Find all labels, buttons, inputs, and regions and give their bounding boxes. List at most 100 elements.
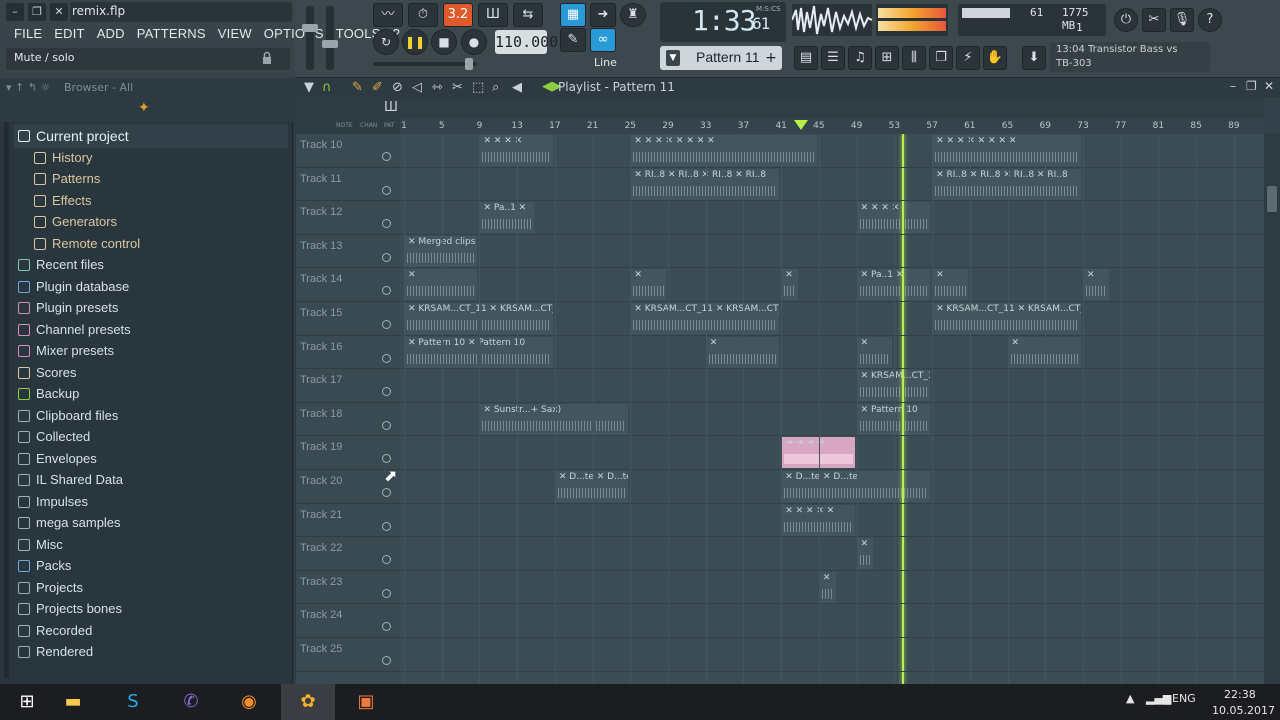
master-pitch-slider[interactable] <box>322 6 338 70</box>
playlist-clip[interactable]: ✕ RI..8 ✕ RI..8 ✕ RI..8 ✕ RI..8 <box>630 168 780 200</box>
track-mute-toggle[interactable] <box>382 353 391 363</box>
browser-item[interactable]: Recent files <box>0 255 293 277</box>
firefox-icon[interactable]: ◉ <box>222 684 276 720</box>
master-volume-slider[interactable] <box>302 6 318 70</box>
track-mute-toggle[interactable] <box>382 521 391 531</box>
blend-notes-icon[interactable]: ⇆ <box>513 3 543 27</box>
track-header[interactable]: Track 25 <box>296 638 400 672</box>
track-header[interactable]: Track 18 <box>296 403 400 437</box>
track-mute-toggle[interactable] <box>382 252 391 262</box>
track-mute-toggle[interactable] <box>382 387 391 397</box>
track-mute-toggle[interactable] <box>382 286 391 296</box>
browser-item[interactable]: Packs <box>0 556 293 578</box>
power-icon[interactable]: ⏻ <box>1114 8 1138 32</box>
playlist-clip[interactable]: ✕ <box>705 336 780 368</box>
playlist-clip[interactable]: ✕ <box>630 269 667 301</box>
playlist-clip[interactable]: ✕ KRSAM...CT_11 <box>856 370 931 402</box>
minimize-icon[interactable]: – <box>6 3 24 21</box>
clock-date[interactable]: 10.05.2017 <box>1212 704 1275 717</box>
playlist-clip[interactable]: ✕ RI..8 ✕ RI..8 ✕ RI..8 ✕ RI..8 <box>932 168 1081 200</box>
playhead-marker-icon[interactable] <box>794 120 808 130</box>
track-mute-toggle[interactable] <box>382 488 391 497</box>
zoom-tool-icon[interactable]: ⌕ <box>492 80 499 95</box>
language-indicator[interactable]: ENG <box>1172 692 1196 705</box>
brush-tool-icon[interactable]: ✐ <box>372 80 383 95</box>
track-header[interactable]: Track 10 <box>296 134 400 168</box>
browser-item[interactable]: Generators <box>0 212 293 234</box>
browser-item[interactable]: Projects bones <box>0 599 293 621</box>
loop-record-icon[interactable]: ↻ <box>373 29 399 55</box>
menu-patterns[interactable]: PATTERNS <box>131 24 212 44</box>
tools-icon[interactable]: ✂ <box>1142 8 1166 32</box>
playlist-clip[interactable]: ✕ <box>781 269 799 301</box>
link-icon[interactable]: ∞ <box>590 28 616 52</box>
add-pattern-icon[interactable]: + <box>764 50 778 66</box>
slip-tool-icon[interactable]: ⇿ <box>432 80 443 95</box>
track-mute-toggle[interactable] <box>382 622 391 632</box>
file-explorer-icon[interactable]: ▬ <box>46 684 100 720</box>
pattern-arrow-icon[interactable]: ▼ <box>666 50 680 66</box>
track-mute-toggle[interactable] <box>382 420 391 430</box>
track-header[interactable]: Track 22 <box>296 537 400 571</box>
project-icon[interactable]: ❐ <box>929 46 953 70</box>
playlist-grid[interactable]: ✕ ✕ ✕ ✕ ✕ ✕ ✕ ✕ ✕ ✕ ✕ ✕ ✕ ✕ ✕ ✕ ✕ ✕ ✕ ✕ ✕ R… <box>400 134 1264 684</box>
playlist-clip[interactable]: ✕ KRSAM...CT_11 ✕ KRSAM...CT_11 <box>404 303 553 334</box>
channel-rack-icon[interactable]: ☰ <box>821 46 845 70</box>
track-mute-toggle[interactable] <box>382 320 391 329</box>
track-mute-toggle[interactable] <box>382 588 391 598</box>
browser-item[interactable]: Effects <box>0 191 293 213</box>
clock-time[interactable]: 22:38 <box>1224 688 1256 701</box>
playlist-clip[interactable]: ✕ KRSAM...CT_11 ✕ KRSAM...CT_11 <box>630 303 780 334</box>
menu-view[interactable]: VIEW <box>212 24 258 44</box>
browser-item[interactable]: Current project <box>0 126 293 148</box>
track-header[interactable]: Track 12 <box>296 201 400 235</box>
browser-view-icon[interactable]: ⊞ <box>875 46 899 70</box>
pencil-icon[interactable]: ✎ <box>560 28 586 52</box>
touch-controller-icon[interactable]: ✋ <box>983 46 1007 70</box>
track-mute-toggle[interactable] <box>382 185 391 195</box>
network-icon[interactable]: ▂▄▆ <box>1146 692 1171 705</box>
playlist-clip[interactable]: ✕ <box>932 269 968 301</box>
browser-item[interactable]: mega samples <box>0 513 293 535</box>
tempo-display[interactable]: 110.000 <box>495 30 558 54</box>
browser-item[interactable]: Remote control <box>0 234 293 256</box>
playlist-clip[interactable]: ✕ <box>404 269 478 301</box>
help-icon[interactable]: ? <box>1198 8 1222 32</box>
slice-tool-icon[interactable]: ✂ <box>452 80 463 95</box>
track-header[interactable]: Track 17 <box>296 369 400 403</box>
magnet-icon[interactable]: ∩ <box>322 80 332 95</box>
tray-expand-icon[interactable]: ▲ <box>1126 692 1134 705</box>
song-mode-icon[interactable]: ▦ <box>560 3 586 27</box>
pencil-tool-icon[interactable]: ✎ <box>352 80 363 95</box>
countdown-button[interactable]: 3.2 <box>443 3 473 27</box>
download-icon[interactable]: ⬇ <box>1022 46 1046 70</box>
browser-item[interactable]: Rendered <box>0 642 293 664</box>
playlist-clip[interactable]: ⇥ ⇥ ⇥ ⇥ <box>781 437 855 469</box>
metronome-mode-icon[interactable]: 〰 <box>373 3 403 27</box>
playlist-clip[interactable]: ✕ ✕ ✕ ✕ <box>856 202 931 234</box>
track-header[interactable]: Track 23 <box>296 571 400 605</box>
snap-star-icon[interactable]: ✦ <box>138 100 150 116</box>
browser-item[interactable]: Plugin database <box>0 277 293 299</box>
track-header[interactable]: Track 11 <box>296 168 400 202</box>
browser-item[interactable]: History <box>0 148 293 170</box>
menu-add[interactable]: ADD <box>91 24 131 44</box>
track-header[interactable]: Track 14 <box>296 268 400 302</box>
playlist-clip[interactable]: ✕ <box>856 538 874 570</box>
delete-tool-icon[interactable]: ⊘ <box>392 80 403 95</box>
skype-icon[interactable]: S <box>106 684 160 720</box>
microphone-icon[interactable]: 🎙 <box>1170 8 1194 32</box>
pl-minimize-icon[interactable]: – <box>1230 79 1236 93</box>
browser-item[interactable]: Channel presets <box>0 320 293 342</box>
menu-options[interactable]: OPTIONS <box>258 24 330 44</box>
main-pitch-slider[interactable] <box>373 58 477 70</box>
playlist-clip[interactable]: ✕ <box>1007 336 1081 368</box>
playlist-title[interactable]: Playlist - Pattern 11 <box>558 80 675 94</box>
track-mute-toggle[interactable] <box>382 555 391 565</box>
playlist-clip[interactable]: ✕ D...te ✕ D...te <box>554 471 629 502</box>
playlist-clip[interactable]: ✕ <box>818 571 836 603</box>
playlist-view-icon[interactable]: ▤ <box>794 46 818 70</box>
playlist-clip[interactable]: ✕ <box>1082 269 1110 301</box>
playlist-clip[interactable]: ✕ Pattern 10 ✕ Pattern 10 <box>404 336 553 368</box>
pattern-selector[interactable]: ▼ Pattern 11 + <box>660 46 782 70</box>
